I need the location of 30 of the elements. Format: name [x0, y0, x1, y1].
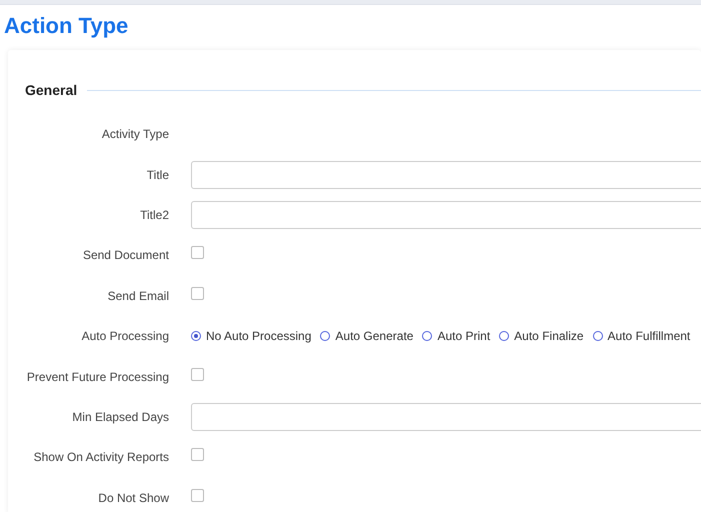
radio-icon[interactable] — [422, 331, 432, 342]
radio-icon[interactable] — [499, 331, 510, 342]
checkbox[interactable] — [191, 286, 204, 300]
radio-icon[interactable] — [320, 331, 330, 342]
radio-option[interactable]: Auto Fulfillment — [592, 329, 690, 344]
checkbox[interactable] — [191, 488, 204, 502]
checkbox[interactable] — [191, 368, 204, 381]
text-field[interactable] — [191, 402, 701, 431]
field-label: Send Document — [82, 248, 169, 262]
field-label: Title2 — [139, 208, 169, 222]
radio-option[interactable]: Auto Finalize — [499, 329, 584, 344]
field-label: Show On Activity Reports — [32, 450, 169, 464]
field-label: Send Email — [106, 288, 169, 303]
field-label: Activity Type — [100, 127, 169, 142]
field-label: Prevent Future Processing — [26, 370, 169, 384]
text-field[interactable] — [191, 160, 701, 189]
radio-icon[interactable] — [191, 331, 201, 342]
field-label: Title — [146, 168, 169, 182]
checkbox[interactable] — [191, 246, 204, 260]
page-title: Action Type — [3, 12, 130, 39]
section-title: General — [25, 82, 78, 98]
field-label: Auto Processing — [80, 329, 169, 344]
radio-icon[interactable] — [592, 331, 603, 342]
radio-option[interactable]: Auto Generate — [320, 329, 414, 344]
radio-option[interactable]: No Auto Processing — [191, 329, 312, 344]
text-field[interactable] — [191, 200, 701, 229]
field-label: Do Not Show — [97, 490, 169, 505]
radio-option[interactable]: Auto Print — [422, 329, 490, 344]
field-label: Min Elapsed Days — [71, 410, 169, 424]
checkbox[interactable] — [191, 448, 204, 462]
